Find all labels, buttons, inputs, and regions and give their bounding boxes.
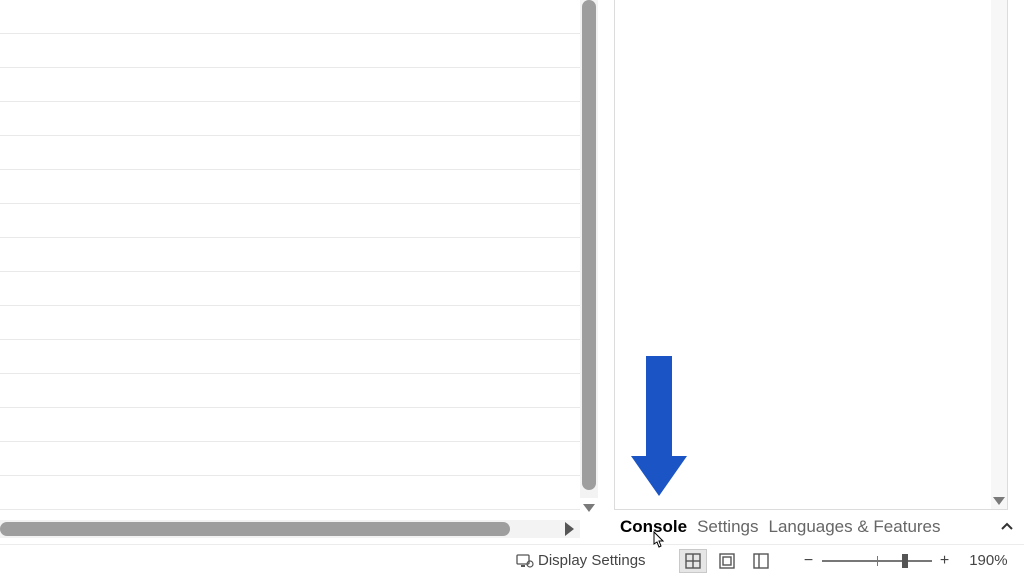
side-panel-tabs: Console Settings Languages & Features (614, 514, 1016, 540)
vertical-scrollbar[interactable] (991, 0, 1007, 509)
spreadsheet-row[interactable] (0, 204, 580, 238)
spreadsheet-row[interactable] (0, 170, 580, 204)
tab-languages-features[interactable]: Languages & Features (769, 517, 941, 537)
chevron-up-icon (1000, 520, 1014, 534)
display-settings-button[interactable]: Display Settings (538, 552, 646, 569)
scroll-right-icon[interactable] (565, 522, 574, 536)
horizontal-scrollbar[interactable] (0, 520, 580, 538)
spreadsheet-row[interactable] (0, 34, 580, 68)
zoom-in-button[interactable]: + (936, 552, 954, 570)
spreadsheet-row[interactable] (0, 306, 580, 340)
tab-settings[interactable]: Settings (697, 517, 758, 537)
zoom-out-button[interactable]: − (800, 552, 818, 570)
spreadsheet-row[interactable] (0, 442, 580, 476)
zoom-level[interactable]: 190% (960, 552, 1008, 569)
scrollbar-thumb[interactable] (582, 0, 596, 490)
spreadsheet-row[interactable] (0, 68, 580, 102)
view-page-layout-button[interactable] (713, 549, 741, 573)
spreadsheet-row[interactable] (0, 272, 580, 306)
page-layout-icon (718, 552, 736, 570)
slider-thumb[interactable] (902, 554, 908, 568)
view-page-break-button[interactable] (747, 549, 775, 573)
spreadsheet-grid[interactable] (0, 0, 580, 510)
spreadsheet-row[interactable] (0, 238, 580, 272)
scroll-down-icon[interactable] (993, 497, 1005, 505)
slider-tick (877, 556, 878, 566)
display-settings-icon (516, 554, 534, 568)
scrollbar-thumb[interactable] (0, 522, 510, 536)
view-normal-button[interactable] (679, 549, 707, 573)
annotation-arrow-icon (636, 356, 682, 496)
spreadsheet-row[interactable] (0, 0, 580, 34)
tab-console[interactable]: Console (620, 517, 687, 537)
zoom-slider[interactable] (822, 551, 932, 571)
vertical-scrollbar[interactable] (580, 0, 598, 498)
page-break-icon (752, 552, 770, 570)
spreadsheet-row[interactable] (0, 136, 580, 170)
spreadsheet-row[interactable] (0, 102, 580, 136)
spreadsheet-row[interactable] (0, 374, 580, 408)
spreadsheet-row[interactable] (0, 408, 580, 442)
expand-panel-button[interactable] (998, 518, 1016, 536)
scroll-down-icon[interactable] (583, 504, 595, 512)
grid-icon (684, 552, 702, 570)
spreadsheet-row[interactable] (0, 476, 580, 510)
status-bar: Display Settings − + 190% (0, 544, 1024, 576)
pane-divider (598, 0, 612, 540)
spreadsheet-row[interactable] (0, 340, 580, 374)
